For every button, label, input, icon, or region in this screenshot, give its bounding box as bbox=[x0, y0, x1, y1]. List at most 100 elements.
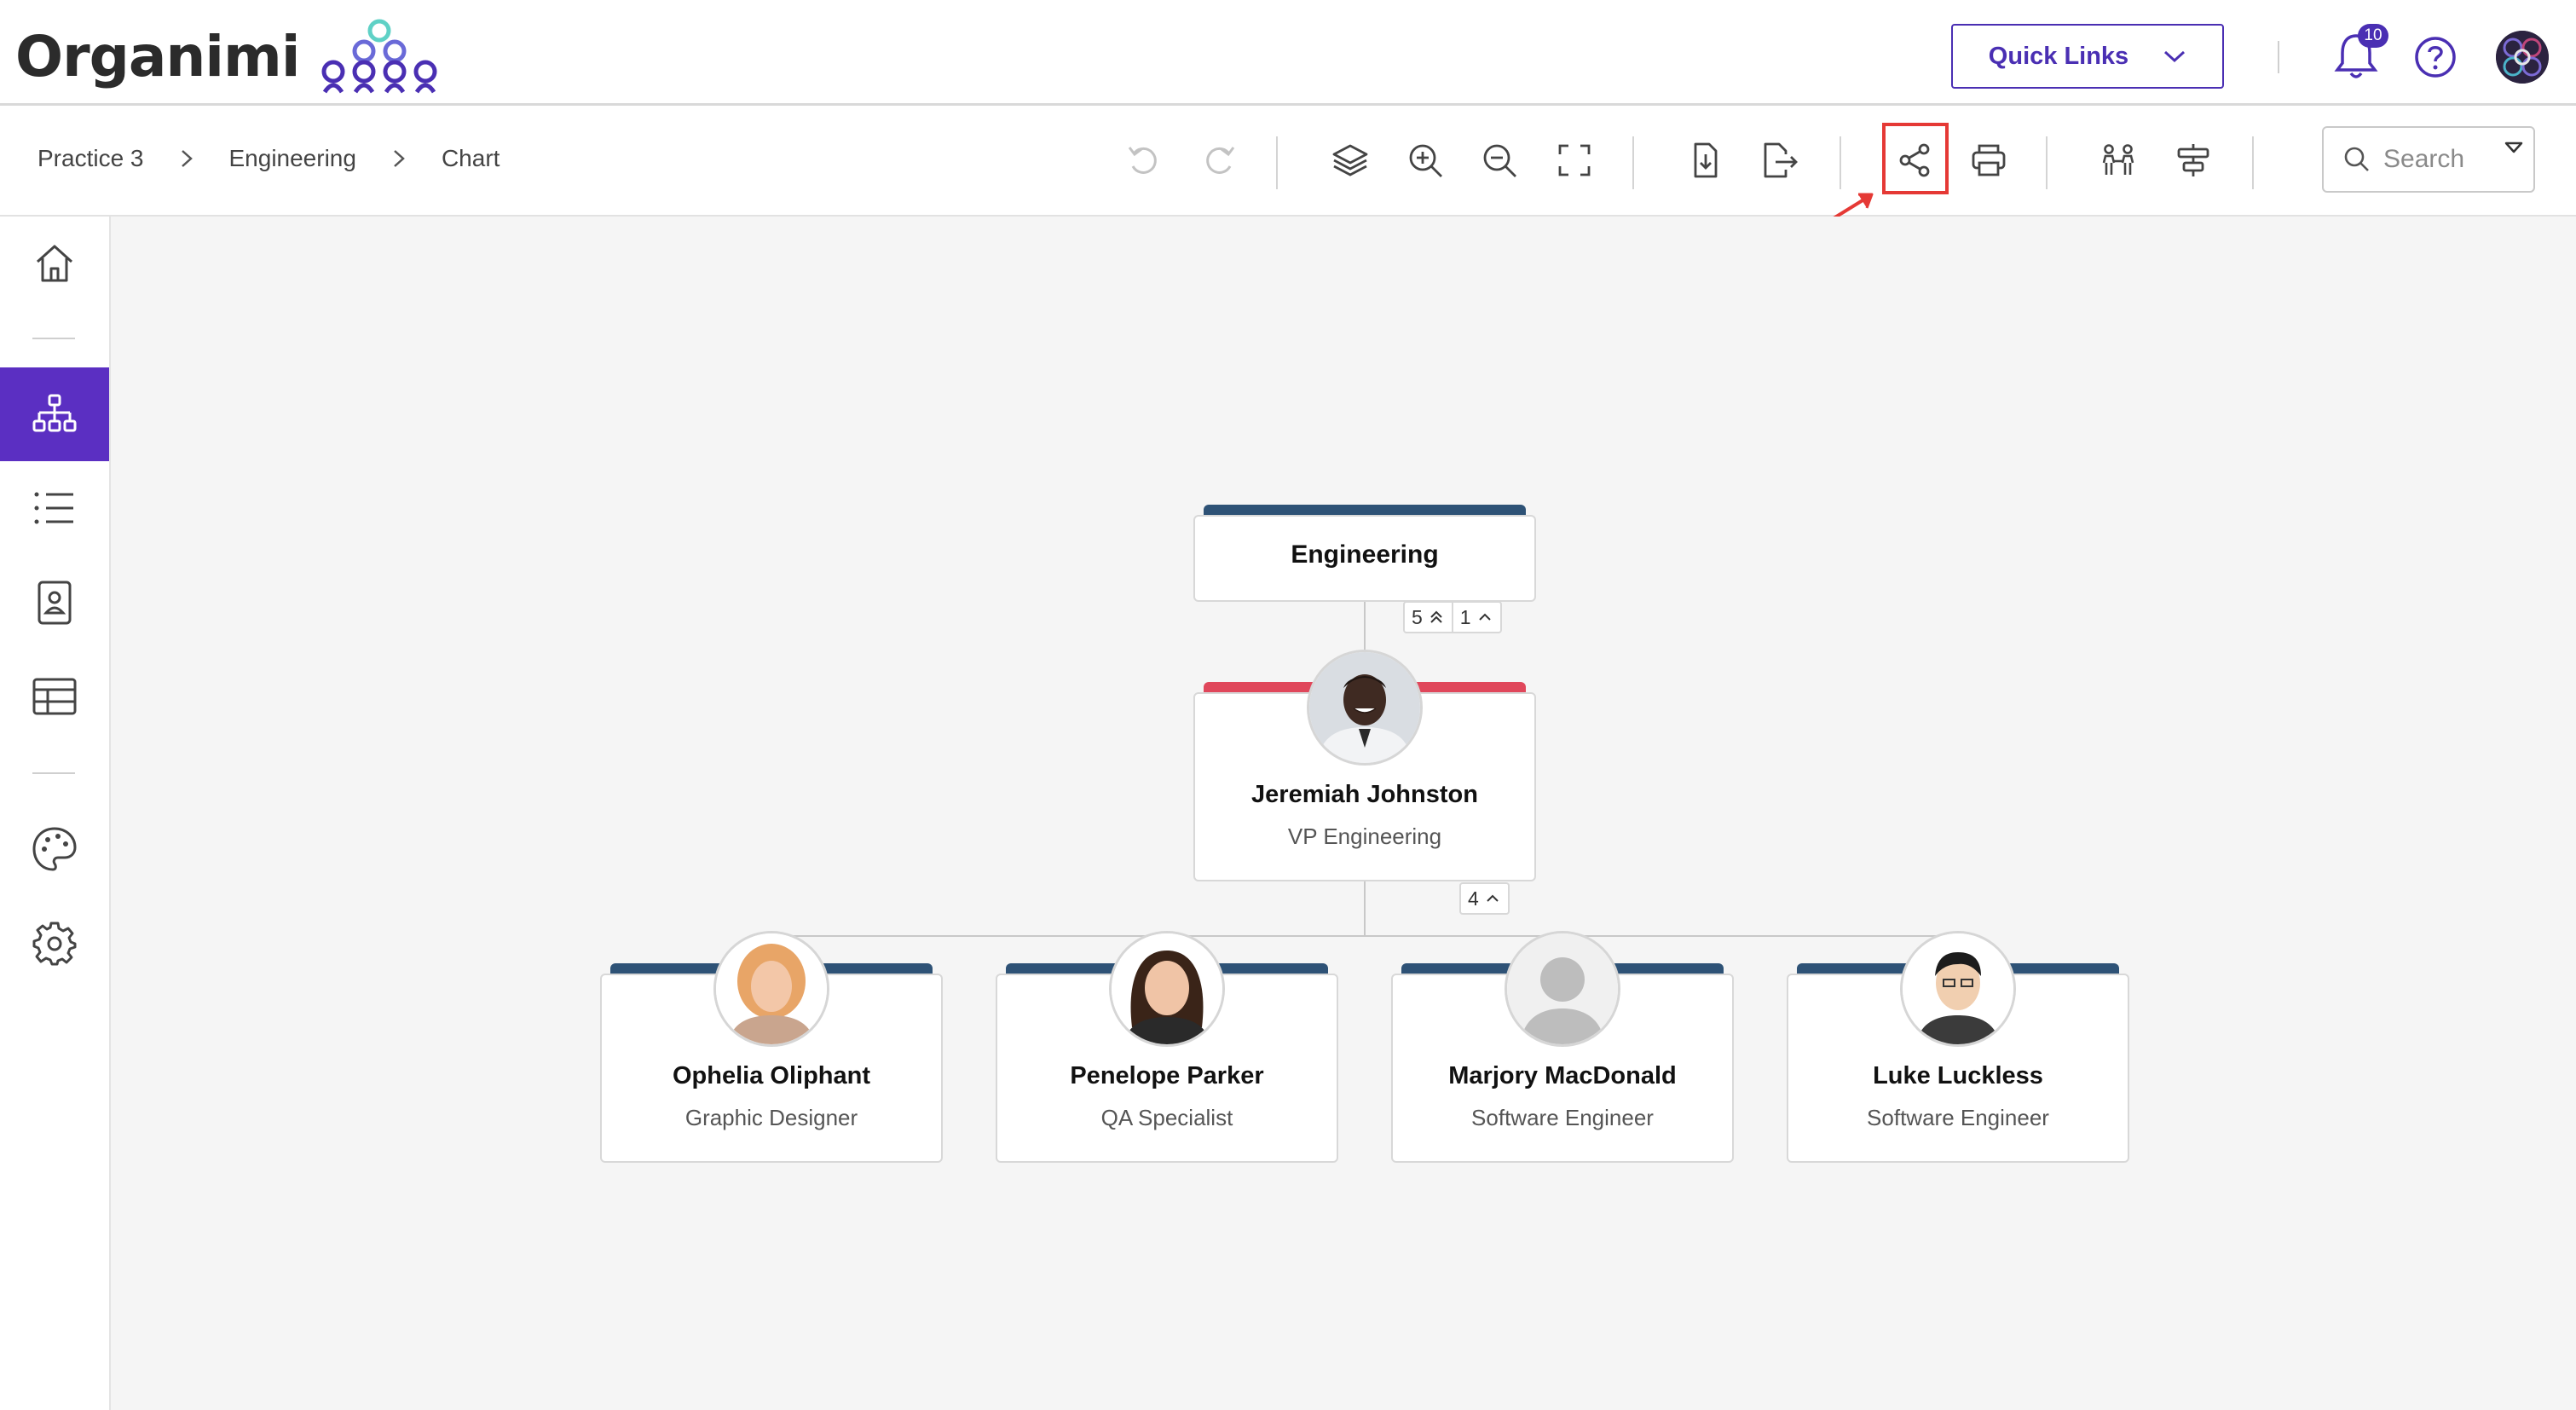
home-icon bbox=[36, 245, 73, 282]
top-header: Organimi Quick Links 10 bbox=[0, 0, 2576, 106]
search-box[interactable] bbox=[2322, 126, 2535, 193]
person-name: Luke Luckless bbox=[1873, 1062, 2043, 1089]
person-title: Software Engineer bbox=[1471, 1105, 1654, 1130]
connector-line bbox=[771, 935, 1959, 937]
redo-button[interactable] bbox=[1192, 133, 1246, 188]
person-name: Ophelia Oliphant bbox=[672, 1062, 870, 1089]
fit-screen-icon bbox=[1558, 144, 1591, 176]
sidebar-item-table[interactable] bbox=[0, 650, 109, 743]
person-photo-icon bbox=[1112, 933, 1222, 1044]
directory-icon bbox=[38, 581, 72, 625]
person-name: Marjory MacDonald bbox=[1448, 1062, 1677, 1089]
search-input[interactable] bbox=[2382, 144, 2492, 175]
search-icon bbox=[2344, 147, 2369, 171]
quick-links-label: Quick Links bbox=[1988, 42, 2129, 70]
sidebar-divider bbox=[32, 338, 75, 339]
sidebar-item-home[interactable] bbox=[0, 217, 109, 310]
logo[interactable]: Organimi bbox=[15, 19, 449, 95]
user-avatar[interactable] bbox=[2496, 31, 2549, 84]
table-icon bbox=[32, 678, 77, 715]
chevron-down-icon bbox=[2163, 48, 2186, 65]
align-icon bbox=[2177, 144, 2209, 176]
toolbar-divider bbox=[2046, 136, 2048, 189]
logo-mark-icon bbox=[321, 19, 437, 94]
direct-report-count: 4 bbox=[1468, 887, 1479, 910]
toolbar-divider bbox=[1840, 136, 1841, 189]
chevron-up-icon bbox=[1487, 894, 1499, 902]
zoom-out-icon bbox=[1483, 144, 1516, 177]
descendant-count: 5 bbox=[1412, 605, 1423, 628]
zoom-in-icon bbox=[1409, 144, 1442, 177]
download-icon bbox=[1694, 142, 1718, 178]
person-title: QA Specialist bbox=[1100, 1105, 1233, 1130]
connector-line bbox=[1364, 881, 1366, 936]
person-title: Software Engineer bbox=[1867, 1105, 2049, 1130]
zoom-in-button[interactable] bbox=[1398, 133, 1453, 188]
direct-report-toggle[interactable]: 4 bbox=[1461, 884, 1508, 913]
avatar bbox=[1505, 931, 1620, 1047]
person-name: Jeremiah Johnston bbox=[1251, 781, 1478, 808]
quick-links-dropdown[interactable]: Quick Links bbox=[1951, 24, 2224, 89]
chevron-up-icon bbox=[1478, 613, 1491, 621]
manager-counter[interactable]: 4 bbox=[1459, 882, 1510, 915]
default-avatar-icon bbox=[1507, 933, 1618, 1044]
breadcrumb-item-practice[interactable]: Practice 3 bbox=[38, 145, 144, 172]
people-button[interactable] bbox=[2091, 133, 2146, 188]
toolbar-divider bbox=[1276, 136, 1278, 189]
undo-button[interactable] bbox=[1117, 133, 1171, 188]
help-icon[interactable] bbox=[2414, 36, 2457, 78]
person-name: Penelope Parker bbox=[1070, 1062, 1264, 1089]
export-icon bbox=[1764, 142, 1798, 178]
sidebar-divider bbox=[32, 772, 75, 774]
people-icon bbox=[2102, 144, 2134, 175]
department-counter[interactable]: 5 1 bbox=[1403, 601, 1502, 633]
list-icon bbox=[34, 492, 73, 524]
fit-screen-button[interactable] bbox=[1547, 133, 1602, 188]
toolbar: Practice 3 Engineering Chart bbox=[0, 106, 2576, 217]
descendant-count-toggle[interactable]: 5 bbox=[1405, 603, 1452, 632]
direct-count: 1 bbox=[1459, 605, 1471, 628]
sidebar-item-directory[interactable] bbox=[0, 556, 109, 650]
department-name: Engineering bbox=[1291, 540, 1439, 569]
layers-button[interactable] bbox=[1323, 133, 1378, 188]
sidebar-item-org-chart[interactable] bbox=[0, 367, 109, 461]
toolbar-divider bbox=[2252, 136, 2254, 189]
share-button[interactable] bbox=[1887, 133, 1942, 188]
align-button[interactable] bbox=[2166, 133, 2221, 188]
avatar bbox=[1109, 931, 1225, 1047]
person-photo-icon bbox=[1309, 652, 1420, 763]
breadcrumb-item-chart[interactable]: Chart bbox=[442, 145, 500, 172]
download-button[interactable] bbox=[1678, 133, 1732, 188]
person-photo-icon bbox=[1903, 933, 2013, 1044]
breadcrumb-item-engineering[interactable]: Engineering bbox=[229, 145, 356, 172]
chevron-right-icon bbox=[392, 148, 406, 169]
caret-down-icon[interactable] bbox=[2503, 140, 2525, 155]
palette-icon bbox=[32, 827, 77, 871]
header-divider bbox=[2278, 41, 2279, 73]
print-icon bbox=[1972, 144, 2006, 176]
zoom-out-button[interactable] bbox=[1472, 133, 1527, 188]
notification-badge: 10 bbox=[2358, 24, 2388, 48]
layers-icon bbox=[1332, 144, 1368, 176]
person-title: VP Engineering bbox=[1287, 823, 1442, 849]
export-button[interactable] bbox=[1753, 133, 1807, 188]
logo-text: Organimi bbox=[15, 24, 300, 90]
sidebar bbox=[0, 217, 111, 1410]
redo-icon bbox=[1206, 147, 1235, 174]
org-chart-icon bbox=[32, 394, 77, 432]
print-button[interactable] bbox=[1961, 133, 2016, 188]
chevron-right-icon bbox=[180, 148, 193, 169]
sidebar-item-settings[interactable] bbox=[0, 897, 109, 991]
department-card[interactable]: Engineering bbox=[1193, 515, 1536, 602]
undo-icon bbox=[1128, 147, 1157, 174]
toolbar-divider bbox=[1632, 136, 1634, 189]
avatar bbox=[713, 931, 829, 1047]
share-icon bbox=[1899, 143, 1930, 177]
breadcrumb: Practice 3 Engineering Chart bbox=[38, 106, 500, 211]
person-title: Graphic Designer bbox=[684, 1105, 858, 1130]
direct-count-toggle[interactable]: 1 bbox=[1451, 603, 1500, 632]
sidebar-item-palette[interactable] bbox=[0, 802, 109, 896]
person-photo-icon bbox=[716, 933, 827, 1044]
sidebar-item-list[interactable] bbox=[0, 461, 109, 555]
avatar bbox=[1307, 650, 1423, 766]
